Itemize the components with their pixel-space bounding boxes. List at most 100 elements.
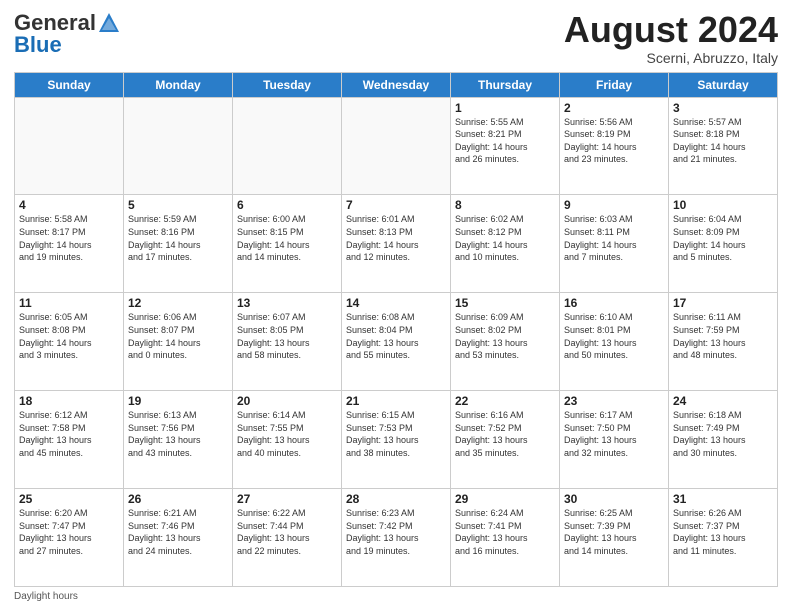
- calendar-cell: 26Sunrise: 6:21 AM Sunset: 7:46 PM Dayli…: [124, 489, 233, 587]
- page: General Blue August 2024 Scerni, Abruzzo…: [0, 0, 792, 612]
- day-number: 8: [455, 198, 555, 212]
- day-info: Sunrise: 6:20 AM Sunset: 7:47 PM Dayligh…: [19, 507, 119, 557]
- calendar-cell: [342, 97, 451, 195]
- day-number: 19: [128, 394, 228, 408]
- calendar-week-5: 25Sunrise: 6:20 AM Sunset: 7:47 PM Dayli…: [15, 489, 778, 587]
- day-number: 17: [673, 296, 773, 310]
- calendar-cell: 23Sunrise: 6:17 AM Sunset: 7:50 PM Dayli…: [560, 391, 669, 489]
- calendar-cell: 10Sunrise: 6:04 AM Sunset: 8:09 PM Dayli…: [669, 195, 778, 293]
- calendar-cell: [124, 97, 233, 195]
- calendar-week-1: 1Sunrise: 5:55 AM Sunset: 8:21 PM Daylig…: [15, 97, 778, 195]
- calendar-cell: 6Sunrise: 6:00 AM Sunset: 8:15 PM Daylig…: [233, 195, 342, 293]
- calendar-week-3: 11Sunrise: 6:05 AM Sunset: 8:08 PM Dayli…: [15, 293, 778, 391]
- day-number: 6: [237, 198, 337, 212]
- calendar-cell: 19Sunrise: 6:13 AM Sunset: 7:56 PM Dayli…: [124, 391, 233, 489]
- day-header-friday: Friday: [560, 72, 669, 97]
- day-info: Sunrise: 6:06 AM Sunset: 8:07 PM Dayligh…: [128, 311, 228, 361]
- day-info: Sunrise: 6:16 AM Sunset: 7:52 PM Dayligh…: [455, 409, 555, 459]
- day-info: Sunrise: 5:56 AM Sunset: 8:19 PM Dayligh…: [564, 116, 664, 166]
- day-number: 24: [673, 394, 773, 408]
- day-number: 28: [346, 492, 446, 506]
- day-info: Sunrise: 6:23 AM Sunset: 7:42 PM Dayligh…: [346, 507, 446, 557]
- day-info: Sunrise: 6:15 AM Sunset: 7:53 PM Dayligh…: [346, 409, 446, 459]
- day-number: 14: [346, 296, 446, 310]
- day-info: Sunrise: 6:02 AM Sunset: 8:12 PM Dayligh…: [455, 213, 555, 263]
- calendar-table: SundayMondayTuesdayWednesdayThursdayFrid…: [14, 72, 778, 587]
- day-info: Sunrise: 5:59 AM Sunset: 8:16 PM Dayligh…: [128, 213, 228, 263]
- calendar-cell: 24Sunrise: 6:18 AM Sunset: 7:49 PM Dayli…: [669, 391, 778, 489]
- day-header-saturday: Saturday: [669, 72, 778, 97]
- day-info: Sunrise: 6:00 AM Sunset: 8:15 PM Dayligh…: [237, 213, 337, 263]
- calendar-cell: 3Sunrise: 5:57 AM Sunset: 8:18 PM Daylig…: [669, 97, 778, 195]
- calendar-cell: 25Sunrise: 6:20 AM Sunset: 7:47 PM Dayli…: [15, 489, 124, 587]
- day-info: Sunrise: 6:09 AM Sunset: 8:02 PM Dayligh…: [455, 311, 555, 361]
- day-header-tuesday: Tuesday: [233, 72, 342, 97]
- day-info: Sunrise: 6:10 AM Sunset: 8:01 PM Dayligh…: [564, 311, 664, 361]
- calendar-cell: 7Sunrise: 6:01 AM Sunset: 8:13 PM Daylig…: [342, 195, 451, 293]
- day-number: 18: [19, 394, 119, 408]
- calendar-cell: 22Sunrise: 6:16 AM Sunset: 7:52 PM Dayli…: [451, 391, 560, 489]
- day-info: Sunrise: 6:04 AM Sunset: 8:09 PM Dayligh…: [673, 213, 773, 263]
- title-area: August 2024 Scerni, Abruzzo, Italy: [564, 10, 778, 66]
- day-header-monday: Monday: [124, 72, 233, 97]
- day-info: Sunrise: 6:03 AM Sunset: 8:11 PM Dayligh…: [564, 213, 664, 263]
- calendar-cell: 14Sunrise: 6:08 AM Sunset: 8:04 PM Dayli…: [342, 293, 451, 391]
- day-info: Sunrise: 6:11 AM Sunset: 7:59 PM Dayligh…: [673, 311, 773, 361]
- calendar-cell: 29Sunrise: 6:24 AM Sunset: 7:41 PM Dayli…: [451, 489, 560, 587]
- day-number: 20: [237, 394, 337, 408]
- day-info: Sunrise: 5:57 AM Sunset: 8:18 PM Dayligh…: [673, 116, 773, 166]
- calendar-cell: [15, 97, 124, 195]
- day-info: Sunrise: 6:22 AM Sunset: 7:44 PM Dayligh…: [237, 507, 337, 557]
- calendar-cell: 9Sunrise: 6:03 AM Sunset: 8:11 PM Daylig…: [560, 195, 669, 293]
- calendar-cell: 1Sunrise: 5:55 AM Sunset: 8:21 PM Daylig…: [451, 97, 560, 195]
- calendar-week-4: 18Sunrise: 6:12 AM Sunset: 7:58 PM Dayli…: [15, 391, 778, 489]
- day-info: Sunrise: 6:12 AM Sunset: 7:58 PM Dayligh…: [19, 409, 119, 459]
- calendar-cell: 5Sunrise: 5:59 AM Sunset: 8:16 PM Daylig…: [124, 195, 233, 293]
- day-number: 11: [19, 296, 119, 310]
- day-info: Sunrise: 6:21 AM Sunset: 7:46 PM Dayligh…: [128, 507, 228, 557]
- day-info: Sunrise: 5:58 AM Sunset: 8:17 PM Dayligh…: [19, 213, 119, 263]
- subtitle: Scerni, Abruzzo, Italy: [564, 50, 778, 66]
- day-info: Sunrise: 6:13 AM Sunset: 7:56 PM Dayligh…: [128, 409, 228, 459]
- day-number: 1: [455, 101, 555, 115]
- day-info: Sunrise: 6:24 AM Sunset: 7:41 PM Dayligh…: [455, 507, 555, 557]
- day-number: 15: [455, 296, 555, 310]
- calendar-header-row: SundayMondayTuesdayWednesdayThursdayFrid…: [15, 72, 778, 97]
- calendar-cell: 27Sunrise: 6:22 AM Sunset: 7:44 PM Dayli…: [233, 489, 342, 587]
- day-number: 9: [564, 198, 664, 212]
- day-info: Sunrise: 6:14 AM Sunset: 7:55 PM Dayligh…: [237, 409, 337, 459]
- calendar-cell: 28Sunrise: 6:23 AM Sunset: 7:42 PM Dayli…: [342, 489, 451, 587]
- calendar-cell: 20Sunrise: 6:14 AM Sunset: 7:55 PM Dayli…: [233, 391, 342, 489]
- day-info: Sunrise: 6:26 AM Sunset: 7:37 PM Dayligh…: [673, 507, 773, 557]
- calendar-cell: [233, 97, 342, 195]
- day-number: 30: [564, 492, 664, 506]
- day-number: 5: [128, 198, 228, 212]
- daylight-hours-label: Daylight hours: [14, 591, 78, 602]
- calendar-cell: 2Sunrise: 5:56 AM Sunset: 8:19 PM Daylig…: [560, 97, 669, 195]
- day-number: 7: [346, 198, 446, 212]
- day-number: 4: [19, 198, 119, 212]
- day-number: 2: [564, 101, 664, 115]
- day-info: Sunrise: 6:08 AM Sunset: 8:04 PM Dayligh…: [346, 311, 446, 361]
- calendar-cell: 4Sunrise: 5:58 AM Sunset: 8:17 PM Daylig…: [15, 195, 124, 293]
- day-header-sunday: Sunday: [15, 72, 124, 97]
- day-info: Sunrise: 5:55 AM Sunset: 8:21 PM Dayligh…: [455, 116, 555, 166]
- month-title: August 2024: [564, 10, 778, 50]
- logo-icon: [98, 12, 120, 34]
- day-info: Sunrise: 6:17 AM Sunset: 7:50 PM Dayligh…: [564, 409, 664, 459]
- day-info: Sunrise: 6:01 AM Sunset: 8:13 PM Dayligh…: [346, 213, 446, 263]
- day-info: Sunrise: 6:05 AM Sunset: 8:08 PM Dayligh…: [19, 311, 119, 361]
- calendar-cell: 31Sunrise: 6:26 AM Sunset: 7:37 PM Dayli…: [669, 489, 778, 587]
- day-number: 22: [455, 394, 555, 408]
- calendar-cell: 11Sunrise: 6:05 AM Sunset: 8:08 PM Dayli…: [15, 293, 124, 391]
- day-header-wednesday: Wednesday: [342, 72, 451, 97]
- calendar-cell: 8Sunrise: 6:02 AM Sunset: 8:12 PM Daylig…: [451, 195, 560, 293]
- day-number: 31: [673, 492, 773, 506]
- calendar-week-2: 4Sunrise: 5:58 AM Sunset: 8:17 PM Daylig…: [15, 195, 778, 293]
- calendar-cell: 17Sunrise: 6:11 AM Sunset: 7:59 PM Dayli…: [669, 293, 778, 391]
- day-number: 12: [128, 296, 228, 310]
- calendar-cell: 21Sunrise: 6:15 AM Sunset: 7:53 PM Dayli…: [342, 391, 451, 489]
- day-number: 10: [673, 198, 773, 212]
- day-number: 16: [564, 296, 664, 310]
- header: General Blue August 2024 Scerni, Abruzzo…: [14, 10, 778, 66]
